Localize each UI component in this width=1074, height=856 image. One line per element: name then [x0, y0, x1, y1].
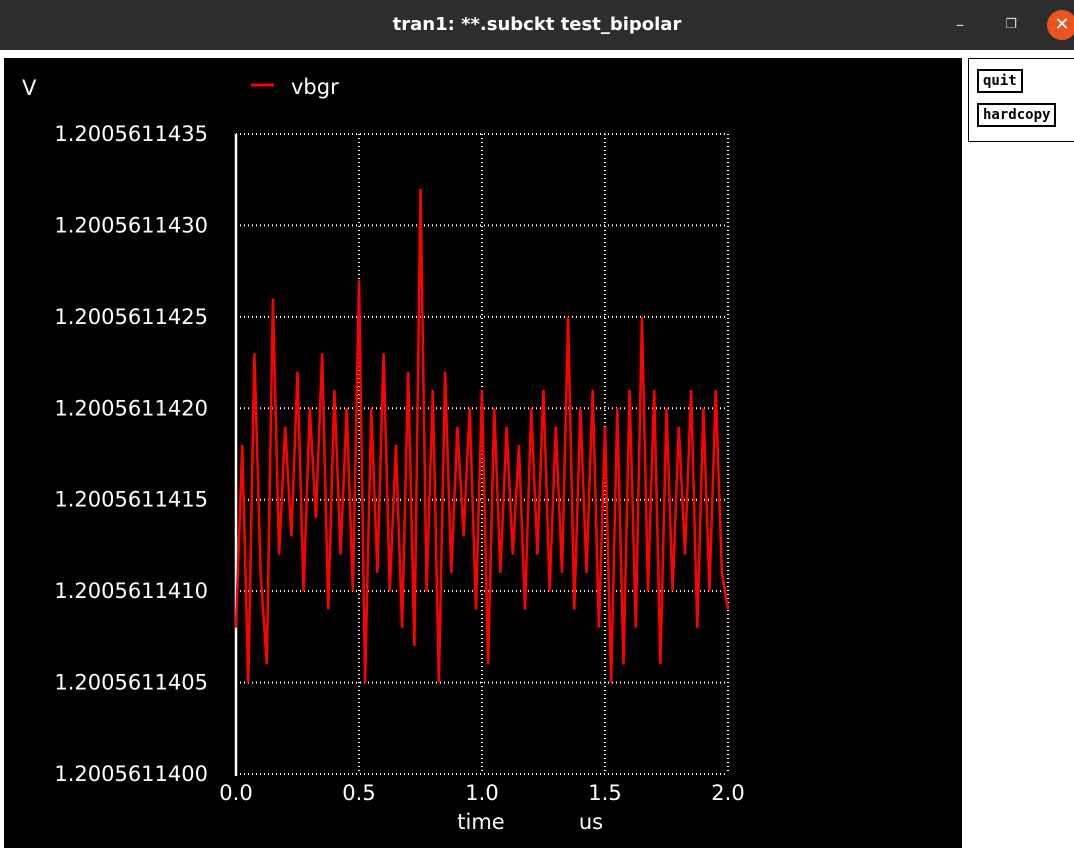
quit-button[interactable]: quit: [977, 69, 1023, 93]
y-tick-label: 1.2005611400: [54, 762, 208, 786]
hardcopy-button[interactable]: hardcopy: [977, 103, 1057, 127]
legend-label: vbgr: [291, 75, 339, 99]
y-tick-label: 1.2005611410: [54, 579, 208, 603]
y-tick-label: 1.2005611405: [54, 671, 208, 695]
y-axis-label: V: [22, 76, 37, 100]
maximize-icon[interactable]: ❐: [996, 0, 1026, 50]
x-axis-label: time: [457, 810, 504, 834]
window-title: tran1: **.subckt test_bipolar: [392, 14, 682, 35]
y-tick-label: 1.2005611430: [54, 213, 208, 237]
x-tick-label: 1.5: [588, 781, 621, 805]
close-icon[interactable]: ✕: [1047, 10, 1074, 40]
plot-area[interactable]: 0.0 0.5 1.0 1.5 2.0 1.2005611400 1.2005611405 1…: [4, 58, 962, 848]
minimize-icon[interactable]: –: [945, 0, 975, 50]
x-tick-label: 2.0: [711, 781, 744, 805]
title-bar: tran1: **.subckt test_bipolar – ❐ ✕: [0, 0, 1074, 50]
y-tick-label: 1.2005611435: [54, 122, 208, 146]
x-tick-label: 1.0: [465, 781, 498, 805]
x-axis-unit: us: [579, 810, 603, 834]
x-tick-label: 0.5: [342, 781, 375, 805]
waveform-chart: 0.0 0.5 1.0 1.5 2.0 1.2005611400 1.2005611405 1…: [22, 75, 745, 834]
y-tick-label: 1.2005611425: [54, 305, 208, 329]
command-sidebar: quit hardcopy: [968, 58, 1074, 142]
x-tick-label: 0.0: [219, 781, 252, 805]
y-tick-label: 1.2005611420: [54, 396, 208, 420]
y-tick-label: 1.2005611415: [54, 488, 208, 512]
